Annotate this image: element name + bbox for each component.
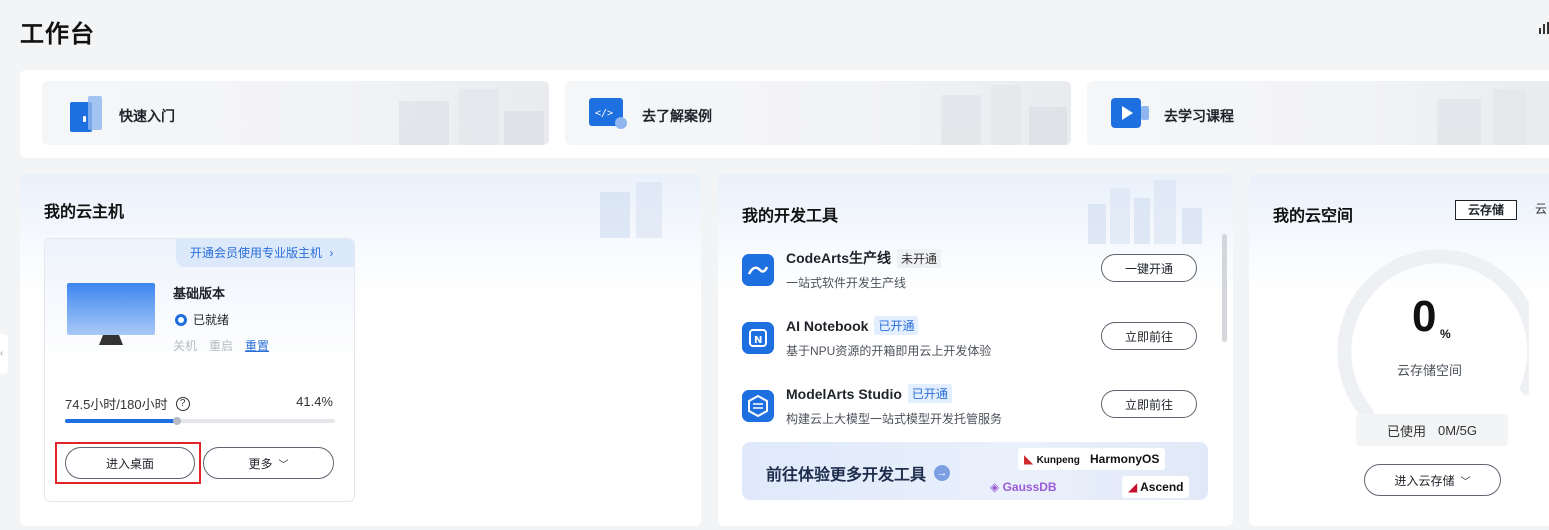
city-illustration	[1088, 180, 1202, 244]
brand-gaussdb: ◈ GaussDB	[990, 480, 1057, 494]
learn-courses-label: 去学习课程	[1164, 108, 1234, 124]
usage-progress-fill	[65, 419, 177, 423]
cloud-space-title: 我的云空间	[1273, 208, 1354, 225]
tab-cloud-other[interactable]: 云	[1531, 200, 1549, 220]
reset-button[interactable]: 重置	[245, 337, 269, 354]
building-illustration	[399, 89, 544, 145]
usage-progress-knob	[172, 417, 181, 425]
go-now-label: 立即前往	[1124, 397, 1173, 412]
door-icon	[70, 96, 102, 132]
tab-cloud-storage[interactable]: 云存储	[1455, 200, 1518, 220]
pipeline-icon	[742, 254, 774, 286]
tool-item-ai-notebook: N AI Notebook 已开通 基于NPU资源的开箱即用云上开发体验 立即前…	[742, 316, 1212, 376]
vm-status: 已就绪	[175, 311, 229, 328]
page-title: 工作台	[20, 21, 95, 48]
vm-actions: 关机 重启 重置	[173, 337, 269, 354]
vm-usage: 74.5小时/180小时 ?	[65, 394, 190, 413]
learn-cases-card[interactable]: </> 去了解案例	[565, 81, 1071, 145]
enter-cloud-storage-button[interactable]: 进入云存储 ﹀	[1364, 464, 1501, 496]
storage-label: 云存储空间	[1397, 363, 1463, 378]
vm-edition: 基础版本	[173, 286, 226, 301]
activate-button[interactable]: 一键开通	[1101, 254, 1197, 282]
chevron-right-icon: ›	[329, 246, 334, 260]
storage-percent-value: 0	[1412, 292, 1437, 341]
banner-label: 前往体验更多开发工具	[766, 467, 927, 484]
vm-status-text: 已就绪	[193, 313, 230, 327]
video-play-icon	[1111, 98, 1149, 128]
help-icon[interactable]: ?	[175, 396, 190, 411]
more-button[interactable]: 更多 ﹀	[203, 447, 334, 479]
vm-usage-text: 74.5小时/180小时	[65, 397, 168, 412]
tool-name: AI Notebook	[786, 317, 869, 334]
tool-name: ModelArts Studio	[786, 385, 902, 402]
activate-label: 一键开通	[1124, 261, 1173, 276]
tool-desc: 基于NPU资源的开箱即用云上开发体验	[786, 344, 992, 358]
storage-percent-unit: %	[1440, 327, 1451, 341]
learn-courses-card[interactable]: 去学习课程	[1087, 81, 1549, 145]
tool-desc: 一站式软件开发生产线	[786, 276, 907, 290]
dev-tools-title: 我的开发工具	[742, 208, 839, 225]
arrow-right-icon: →	[934, 465, 951, 481]
restart-button: 重启	[209, 339, 234, 353]
go-now-button[interactable]: 立即前往	[1101, 322, 1197, 350]
tool-desc: 构建云上大模型一站式模型开发托管服务	[786, 412, 1003, 426]
gaussdb-logo-icon: ◈	[990, 480, 1000, 494]
quick-start-label: 快速入门	[119, 108, 175, 124]
ascend-logo-icon: ◢	[1128, 480, 1138, 494]
scrollbar[interactable]	[1222, 234, 1227, 342]
building-illustration	[1437, 89, 1527, 145]
chevron-down-icon: ﹀	[1460, 476, 1471, 488]
kunpeng-logo-icon: ◣	[1024, 452, 1034, 466]
brand-harmonyos: HarmonyOS	[1084, 448, 1166, 470]
status-badge: 已开通	[907, 384, 952, 403]
used-value: 0M/5G	[1438, 422, 1478, 438]
svg-text:N: N	[754, 335, 762, 346]
brand-ascend: ◢ Ascend	[1122, 476, 1190, 498]
brand-kunpeng: ◣ Kunpeng	[1018, 448, 1086, 470]
vm-panel-title: 我的云主机	[44, 204, 125, 221]
storage-usage: 已使用 0M/5G	[1356, 414, 1508, 446]
vm-usage-percent: 41.4%	[296, 394, 333, 409]
building-illustration	[600, 182, 662, 238]
usage-progress-bar	[65, 417, 335, 425]
more-label: 更多	[248, 456, 273, 471]
more-tools-banner[interactable]: 前往体验更多开发工具 → ◣ Kunpeng HarmonyOS ◈ Gauss…	[742, 442, 1208, 500]
building-illustration	[941, 85, 1067, 145]
vip-promo-link[interactable]: 开通会员使用专业版主机 ›	[176, 239, 354, 267]
learn-cases-label: 去了解案例	[642, 108, 712, 124]
code-window-icon: </>	[589, 98, 627, 129]
tool-item-codearts: CodeArts生产线 未开通 一站式软件开发生产线 一键开通	[742, 248, 1212, 308]
highlight-annotation	[55, 442, 201, 484]
go-now-button[interactable]: 立即前往	[1101, 390, 1197, 418]
chevron-down-icon: ﹀	[278, 459, 289, 471]
status-badge: 已开通	[874, 316, 919, 335]
tool-name: CodeArts生产线	[786, 250, 892, 266]
monitor-icon	[67, 283, 155, 345]
used-label: 已使用	[1386, 423, 1426, 439]
my-vm-panel: 我的云主机 开通会员使用专业版主机 › 基础版本 已就绪 关机 重启 重置 74…	[20, 174, 701, 526]
dev-tools-panel: 我的开发工具 CodeArts生产线 未开通 一站式软件开发生产线 一键开通 N…	[718, 174, 1233, 526]
notebook-icon: N	[742, 322, 774, 354]
cloud-space-panel: 我的云空间 云存储 云 0 % 云存储空间 已使用 0M/5G 进入云存储 ﹀	[1249, 174, 1549, 526]
vip-promo-label: 开通会员使用专业版主机	[190, 246, 323, 260]
collapse-left-icon[interactable]: ‹	[0, 334, 8, 374]
enter-cloud-storage-label: 进入云存储	[1394, 473, 1455, 488]
go-now-label: 立即前往	[1124, 329, 1173, 344]
shutdown-button: 关机	[173, 339, 198, 353]
status-dot-icon	[175, 313, 187, 326]
quick-start-card[interactable]: 快速入门	[42, 81, 549, 145]
tool-item-modelarts: ModelArts Studio 已开通 构建云上大模型一站式模型开发托管服务 …	[742, 384, 1212, 444]
chart-icon[interactable]	[1539, 20, 1549, 36]
svg-text:</>: </>	[595, 108, 613, 119]
quick-entry-bar: 快速入门 </> 去了解案例 去学习课程	[20, 70, 1549, 158]
status-badge: 未开通	[897, 248, 942, 268]
model-cube-icon	[742, 390, 774, 422]
